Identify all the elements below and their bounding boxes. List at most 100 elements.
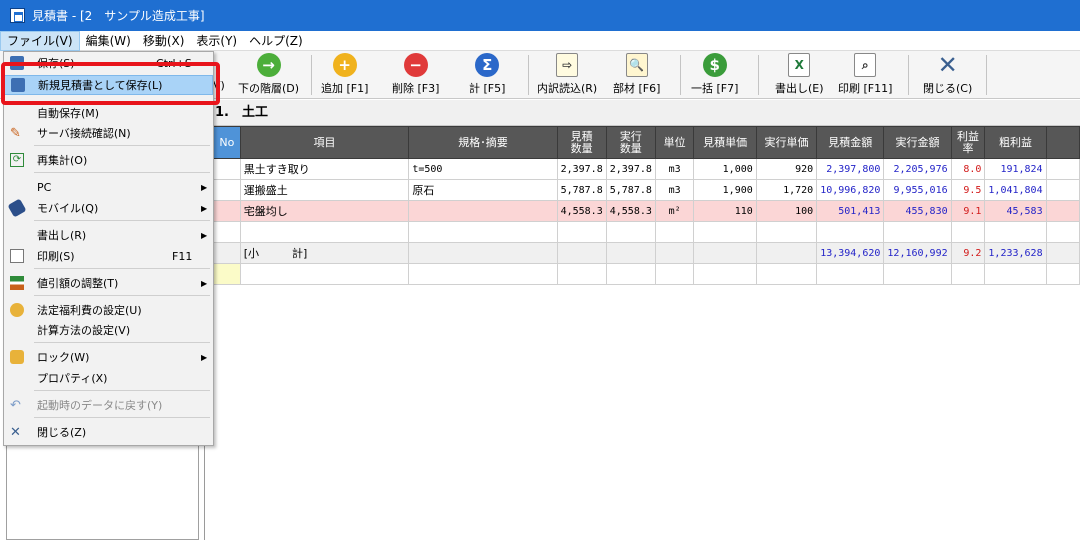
cell-act-price[interactable]: 920 <box>755 158 818 180</box>
menu-help[interactable]: ヘルプ(Z) <box>243 31 309 51</box>
menu-calc-method[interactable]: 計算方法の設定(V) <box>4 320 213 340</box>
cell-est-price[interactable]: 1,000 <box>693 158 757 180</box>
table-row-empty[interactable] <box>213 221 1080 243</box>
menu-properties[interactable]: プロパティ(X) <box>4 368 213 388</box>
col-header-est-qty[interactable]: 見積 数量 <box>556 126 607 159</box>
lower-level-button[interactable]: → 下の階層(D) <box>238 53 299 97</box>
cell-gross-profit[interactable]: 45,583 <box>984 200 1047 222</box>
menu-autosave[interactable]: 自動保存(M) <box>4 103 213 123</box>
subtotal-margin[interactable]: 9.2 <box>950 242 986 264</box>
cell-act-amount[interactable]: 455,830 <box>883 200 952 222</box>
col-header-margin[interactable]: 利益 率 <box>950 126 986 159</box>
col-header-act-amount[interactable]: 実行金額 <box>883 126 952 159</box>
menu-close[interactable]: ✕ 閉じる(Z) <box>4 422 213 442</box>
table-row-new[interactable] <box>213 263 1080 285</box>
cell-no-new[interactable] <box>213 263 241 285</box>
estimate-table: No 項目 規格･摘要 見積 数量 実行 数量 単位 見積単価 実行単価 見積金… <box>213 126 1080 285</box>
menu-revert-startup-label: 起動時のデータに戻す(Y) <box>37 399 163 412</box>
menu-edit[interactable]: 編集(W) <box>80 31 137 51</box>
menu-recalculate[interactable]: ⟳ 再集計(O) <box>4 150 213 170</box>
menu-discount-adjust[interactable]: 値引額の調整(T) ▶ <box>4 273 213 293</box>
col-header-est-price[interactable]: 見積単価 <box>693 126 757 159</box>
import-breakdown-button[interactable]: ⇨ 内訳読込(R) <box>537 53 597 97</box>
cell-item[interactable]: 運搬盛土 <box>239 179 410 201</box>
subtotal-label[interactable]: [小 計] <box>239 242 410 264</box>
cell-act-price[interactable]: 100 <box>755 200 818 222</box>
cell-spec[interactable]: t=500 <box>408 158 558 180</box>
cell-no[interactable] <box>213 200 241 222</box>
table-header-row: No 項目 規格･摘要 見積 数量 実行 数量 単位 見積単価 実行単価 見積金… <box>213 126 1080 159</box>
cell-est-amount[interactable]: 2,397,800 <box>816 158 885 180</box>
col-header-no[interactable]: No <box>213 126 241 159</box>
cell-est-qty[interactable]: 2,397.8 <box>556 158 607 180</box>
cell-spec[interactable] <box>408 200 558 222</box>
col-header-gross-profit[interactable]: 粗利益 <box>984 126 1047 159</box>
subtotal-gross-profit[interactable]: 1,233,628 <box>984 242 1047 264</box>
cell-act-qty[interactable]: 5,787.8 <box>605 179 656 201</box>
cell-item[interactable]: 黒土すき取り <box>239 158 410 180</box>
cell-est-qty[interactable]: 5,787.8 <box>556 179 607 201</box>
cell-no[interactable] <box>213 158 241 180</box>
menu-view[interactable]: 表示(Y) <box>190 31 243 51</box>
subtotal-est-amount[interactable]: 13,394,620 <box>816 242 885 264</box>
submenu-arrow-icon: ▶ <box>201 352 208 362</box>
close-button[interactable]: ✕ 閉じる(C) <box>923 51 972 97</box>
cell-no[interactable] <box>213 242 241 264</box>
bulk-button[interactable]: $ 一括 [F7] <box>691 53 738 97</box>
cell-est-amount[interactable]: 10,996,820 <box>816 179 885 201</box>
cell-item[interactable]: 宅盤均し <box>239 200 410 222</box>
menu-export[interactable]: 書出し(R) ▶ <box>4 225 213 245</box>
cell-unit[interactable]: m3 <box>654 158 695 180</box>
delete-button[interactable]: − 削除 [F3] <box>392 53 439 97</box>
cell-margin[interactable]: 8.0 <box>950 158 986 180</box>
col-header-act-price[interactable]: 実行単価 <box>755 126 818 159</box>
menu-file[interactable]: ファイル(V) <box>0 30 80 51</box>
cell-est-amount[interactable]: 501,413 <box>816 200 885 222</box>
sum-button[interactable]: Σ 計 [F5] <box>469 53 505 97</box>
cell-act-qty[interactable]: 4,558.3 <box>605 200 656 222</box>
cell-spec[interactable]: 原石 <box>408 179 558 201</box>
menu-print[interactable]: 印刷(S) F11 <box>4 246 213 266</box>
cell-act-amount[interactable]: 2,205,976 <box>883 158 952 180</box>
subtotal-row[interactable]: [小 計] 13,394,620 12,160,992 9.2 1,233,62… <box>213 242 1080 264</box>
menu-move[interactable]: 移動(X) <box>137 31 191 51</box>
menu-server-check-label: サーバ接続確認(N) <box>37 127 131 140</box>
col-header-spec[interactable]: 規格･摘要 <box>408 126 558 159</box>
cell-est-price[interactable]: 1,900 <box>693 179 757 201</box>
cell-act-amount[interactable]: 9,955,016 <box>883 179 952 201</box>
app-icon <box>10 8 25 23</box>
menu-recalculate-label: 再集計(O) <box>37 154 88 167</box>
col-header-unit[interactable]: 単位 <box>654 126 695 159</box>
materials-label: 部材 [F6] <box>613 82 661 95</box>
table-row[interactable]: 黒土すき取り t=500 2,397.8 2,397.8 m3 1,000 92… <box>213 158 1080 180</box>
subtotal-act-amount[interactable]: 12,160,992 <box>883 242 952 264</box>
cell-margin[interactable]: 9.1 <box>950 200 986 222</box>
add-button[interactable]: + 追加 [F1] <box>321 53 368 97</box>
cell-unit[interactable]: m² <box>654 200 695 222</box>
cell-est-price[interactable]: 110 <box>693 200 757 222</box>
menu-lock[interactable]: ロック(W) ▶ <box>4 347 213 367</box>
col-header-est-amount[interactable]: 見積金額 <box>816 126 885 159</box>
export-button[interactable]: X 書出し(E) <box>775 53 824 97</box>
table-row[interactable]: 宅盤均し 4,558.3 4,558.3 m² 110 100 501,413 … <box>213 200 1080 222</box>
cell-est-qty[interactable]: 4,558.3 <box>556 200 607 222</box>
materials-button[interactable]: 🔍 部材 [F6] <box>613 53 660 97</box>
hand-coin-icon <box>10 303 24 317</box>
cell-act-qty[interactable]: 2,397.8 <box>605 158 656 180</box>
cell-act-price[interactable]: 1,720 <box>755 179 818 201</box>
menu-pc[interactable]: PC ▶ <box>4 177 213 197</box>
print-button[interactable]: ⌕ 印刷 [F11] <box>838 53 892 97</box>
cell-margin[interactable]: 9.5 <box>950 179 986 201</box>
cell-no[interactable] <box>213 179 241 201</box>
cell-gross-profit[interactable]: 1,041,804 <box>984 179 1047 201</box>
cell-gross-profit[interactable]: 191,824 <box>984 158 1047 180</box>
table-row[interactable]: 運搬盛土 原石 5,787.8 5,787.8 m3 1,900 1,720 1… <box>213 179 1080 201</box>
menu-mobile[interactable]: モバイル(Q) ▶ <box>4 198 213 218</box>
section-title: 1. 土工 <box>205 100 1080 126</box>
menu-server-check[interactable]: ✎ サーバ接続確認(N) <box>4 123 213 143</box>
col-header-item[interactable]: 項目 <box>239 126 410 159</box>
cell-blank <box>1045 200 1080 222</box>
cell-unit[interactable]: m3 <box>654 179 695 201</box>
col-header-act-qty[interactable]: 実行 数量 <box>605 126 656 159</box>
menu-welfare-cost[interactable]: 法定福利費の設定(U) <box>4 300 213 320</box>
